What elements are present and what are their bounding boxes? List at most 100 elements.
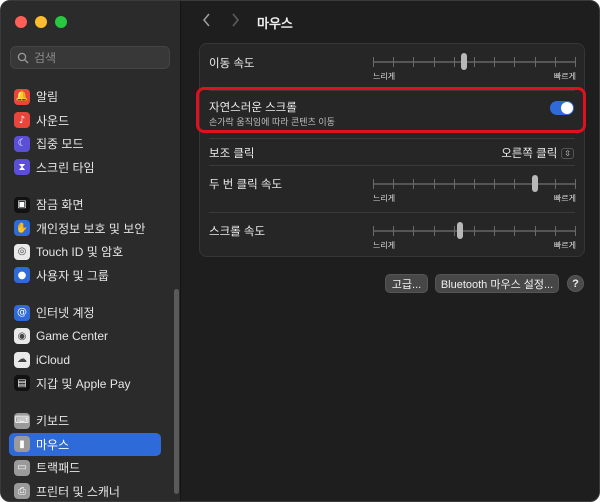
sidebar-item[interactable]: ☁ iCloud [9, 348, 161, 372]
slider-tick [514, 226, 515, 236]
sidebar-item-label: 마우스 [36, 437, 70, 452]
sidebar-item[interactable]: ▣ 잠금 화면 [9, 193, 161, 217]
slider-thumb[interactable] [461, 53, 467, 70]
keyboard-icon: ⌨ [14, 412, 30, 429]
zoom-button[interactable] [55, 16, 67, 28]
mouse-icon: ▮ [14, 436, 30, 453]
secondary-click-row: 보조 클릭 오른쪽 클릭 ⇳ [200, 139, 584, 165]
sidebar-scrollbar[interactable] [174, 289, 179, 494]
help-button[interactable]: ? [567, 275, 584, 292]
sidebar-item[interactable]: 🔔 알림 [9, 85, 161, 109]
sidebar-item-label: Touch ID 및 암호 [36, 245, 124, 260]
mouse-settings-panel: 이동 속도 느리게 빠르게 자연스러운 스크롤 손가락 움직임에 따라 콘텐츠 … [199, 43, 585, 257]
gamecenter-icon: ◉ [14, 328, 30, 345]
sidebar-item-label: 트랙패드 [36, 461, 81, 476]
sidebar-item[interactable]: ⌨ 키보드 [9, 409, 161, 433]
minimize-button[interactable] [35, 16, 47, 28]
wallet-icon: ▤ [14, 375, 30, 392]
search-input[interactable] [34, 50, 164, 65]
sidebar-item-label: 키보드 [36, 414, 70, 429]
sidebar-item-label: 프린터 및 스캐너 [36, 484, 120, 499]
slider-tick [373, 226, 374, 236]
slider-tick [413, 226, 414, 236]
trackpad-icon: ▭ [14, 459, 30, 476]
sidebar-item[interactable]: ⧗ 스크린 타임 [9, 156, 161, 180]
sidebar-item-label: 인터넷 계정 [36, 306, 95, 321]
highlight-annotation [196, 87, 586, 133]
slider-tick [555, 179, 556, 189]
scroll-speed-label: 스크롤 속도 [209, 226, 266, 238]
sidebar-item[interactable]: ◎ Touch ID 및 암호 [9, 240, 161, 264]
slider-tick [454, 57, 455, 67]
slider-tick [535, 57, 536, 67]
sidebar-item-label: iCloud [36, 352, 71, 367]
slider-tick [494, 179, 495, 189]
slider-tick [575, 179, 576, 189]
sidebar-item-label: 지갑 및 Apple Pay [36, 376, 131, 391]
at-icon: @ [14, 304, 30, 321]
slider-thumb[interactable] [532, 175, 538, 192]
double-click-speed-row: 두 번 클릭 속도 느리게 빠르게 [200, 166, 584, 212]
scroll-speed-row: 스크롤 속도 느리게 빠르게 [200, 213, 584, 257]
slider-tick [393, 226, 394, 236]
sidebar-item[interactable]: @ 인터넷 계정 [9, 301, 161, 325]
sidebar-item[interactable]: ◉ Game Center [9, 325, 161, 349]
slider-max-label: 빠르게 [553, 241, 576, 250]
toolbar: 마우스 [182, 1, 599, 41]
sidebar-item-label: 알림 [36, 90, 59, 105]
hand-icon: ✋ [14, 220, 30, 237]
sidebar-item[interactable]: ▭ 트랙패드 [9, 456, 161, 480]
slider-tick [393, 179, 394, 189]
chevron-updown-icon: ⇳ [561, 147, 574, 159]
lock-icon: ▣ [14, 196, 30, 213]
sidebar-list: 🔔 알림 ♪ 사운드 ☾ 집중 모드 ⧗ 스크린 타임 ▣ 잠금 화면 ✋ 개인정보 보호 및 보안 ◎… [9, 85, 161, 502]
secondary-click-popup[interactable]: 오른쪽 클릭 ⇳ [501, 145, 574, 161]
slider-tick [413, 179, 414, 189]
slider-tick [434, 57, 435, 67]
slider-tick [474, 57, 475, 67]
sidebar-item-label: 개인정보 보호 및 보안 [36, 221, 146, 236]
slider-tick [575, 57, 576, 67]
slider-tick [413, 57, 414, 67]
slider-tick [575, 226, 576, 236]
slider-tick [555, 226, 556, 236]
cloud-icon: ☁ [14, 351, 30, 368]
slider-tick [535, 226, 536, 236]
sidebar-item[interactable]: ⎙ 프린터 및 스캐너 [9, 480, 161, 502]
sidebar-item-label: Game Center [36, 329, 109, 344]
double-click-speed-label: 두 번 클릭 속도 [209, 179, 283, 191]
secondary-click-value: 오른쪽 클릭 [501, 148, 558, 160]
slider-min-label: 느리게 [373, 194, 396, 203]
slider-min-label: 느리게 [373, 72, 396, 81]
slider-tick [454, 179, 455, 189]
window-controls [15, 16, 67, 28]
slider-min-label: 느리게 [373, 241, 396, 250]
slider-tick [434, 179, 435, 189]
slider-tick [434, 226, 435, 236]
users-icon: ● [14, 267, 30, 284]
fingerprint-icon: ◎ [14, 243, 30, 260]
sidebar-item[interactable]: ♪ 사운드 [9, 109, 161, 133]
advanced-button[interactable]: 고급... [385, 274, 428, 293]
slider-tick [393, 57, 394, 67]
slider-tick [474, 179, 475, 189]
sidebar-item[interactable]: ▮ 마우스 [9, 432, 161, 456]
sidebar-item[interactable]: ▤ 지갑 및 Apple Pay [9, 372, 161, 396]
sidebar-item-label: 사운드 [36, 113, 70, 128]
slider-tick [494, 57, 495, 67]
slider-tick [514, 57, 515, 67]
sidebar-item[interactable]: ☾ 집중 모드 [9, 132, 161, 156]
slider-tick [494, 226, 495, 236]
search-field[interactable] [10, 46, 170, 69]
forward-button[interactable] [230, 13, 244, 29]
sidebar-item[interactable]: ● 사용자 및 그룹 [9, 264, 161, 288]
slider-thumb[interactable] [457, 222, 463, 239]
bluetooth-mouse-setup-button[interactable]: Bluetooth 마우스 설정... [435, 274, 559, 293]
sidebar-item-label: 잠금 화면 [36, 198, 84, 213]
slider-tick [454, 226, 455, 236]
chevron-right-icon [232, 13, 240, 27]
sidebar-item[interactable]: ✋ 개인정보 보호 및 보안 [9, 217, 161, 241]
slider-tick [474, 226, 475, 236]
close-button[interactable] [15, 16, 27, 28]
back-button[interactable] [202, 13, 216, 29]
